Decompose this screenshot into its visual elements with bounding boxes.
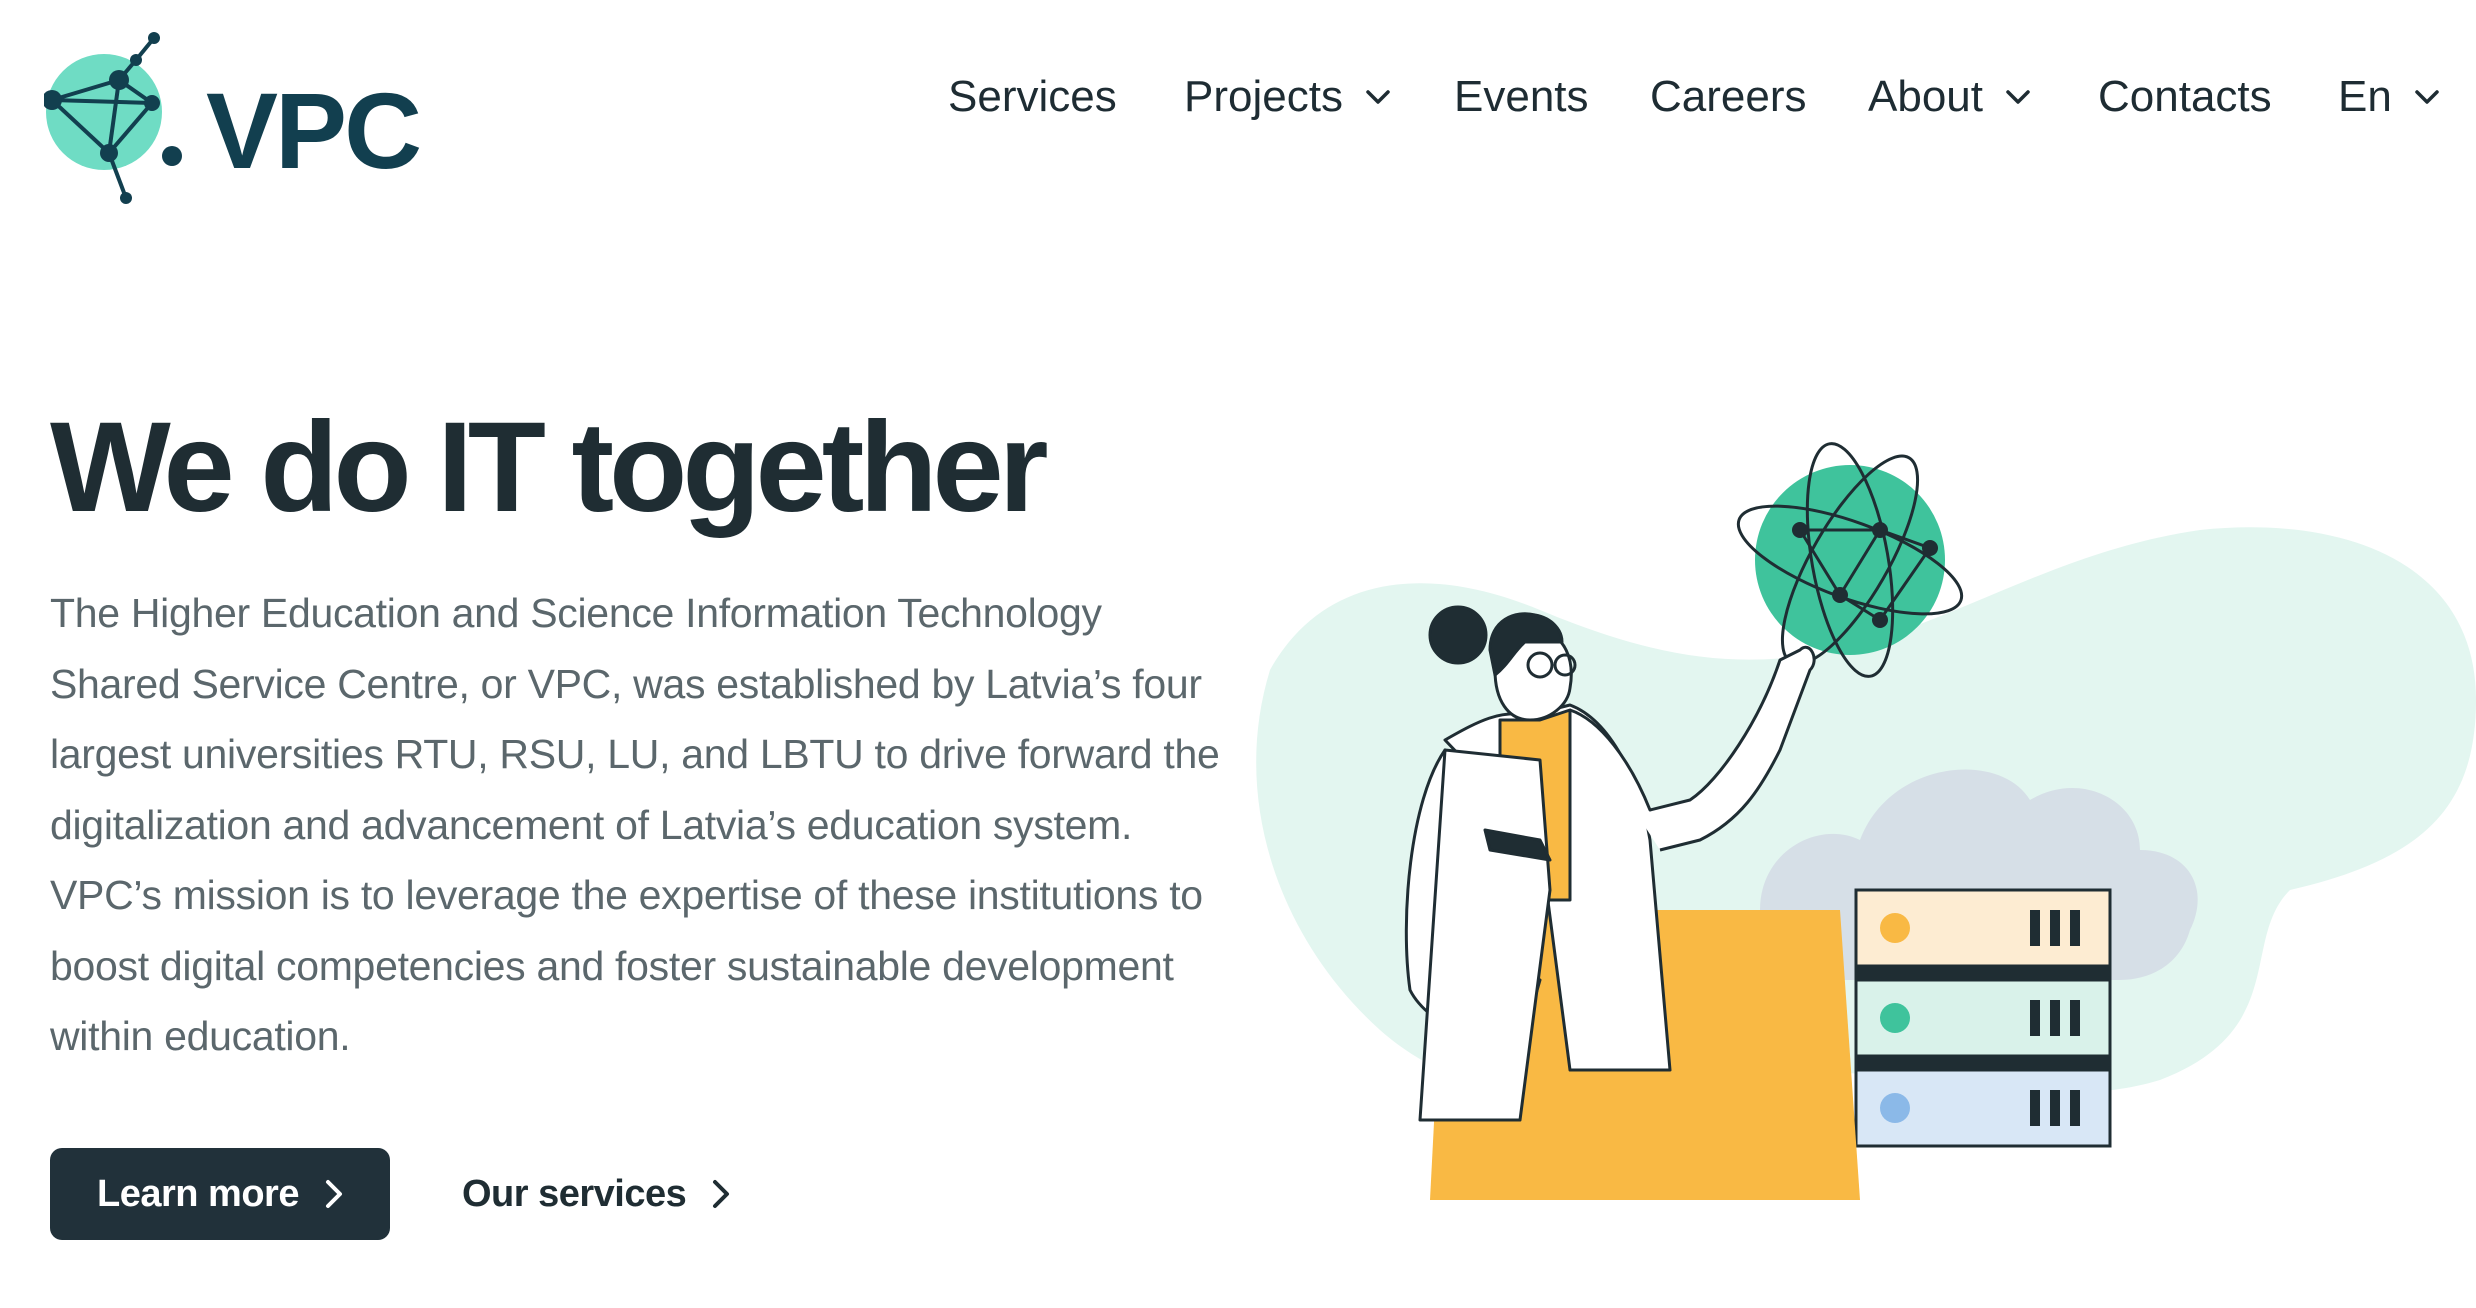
chevron-down-icon [2006, 90, 2030, 104]
hero-illustration [1256, 442, 2476, 1200]
chevron-down-icon [2415, 90, 2439, 104]
our-services-link[interactable]: Our services [462, 1148, 730, 1240]
nav-item-label: About [1868, 72, 1983, 121]
hero-title: We do IT together [50, 396, 1048, 539]
nav-item-careers[interactable]: Careers [1650, 72, 1807, 122]
site-header: VPC Services Projects Events Careers Abo… [0, 0, 2476, 204]
learn-more-button[interactable]: Learn more [50, 1148, 390, 1240]
learn-more-label: Learn more [97, 1172, 299, 1215]
our-services-label: Our services [462, 1172, 687, 1215]
nav-item-projects[interactable]: Projects [1184, 72, 1391, 122]
logo-network-icon [42, 32, 182, 204]
nav-item-label: Services [948, 72, 1117, 121]
hero-description: The Higher Education and Science Informa… [50, 590, 1220, 1059]
nav-item-label: Projects [1184, 72, 1343, 121]
vpc-logo[interactable]: VPC [42, 28, 422, 213]
chevron-down-icon [1366, 90, 1390, 104]
nav-item-services[interactable]: Services [948, 72, 1117, 122]
language-label: En [2338, 72, 2392, 121]
nav-item-contacts[interactable]: Contacts [2098, 72, 2272, 122]
language-selector[interactable]: En [2338, 72, 2440, 122]
chevron-right-icon [325, 1180, 342, 1208]
nav-item-label: Contacts [2098, 72, 2272, 121]
logo-wordmark: VPC [206, 70, 422, 191]
nav-item-about[interactable]: About [1868, 72, 2031, 122]
chevron-right-icon [713, 1180, 730, 1208]
nav-item-events[interactable]: Events [1454, 72, 1589, 122]
server-stack-icon [1854, 888, 2112, 1148]
nav-item-label: Careers [1650, 72, 1807, 121]
nav-item-label: Events [1454, 72, 1589, 121]
